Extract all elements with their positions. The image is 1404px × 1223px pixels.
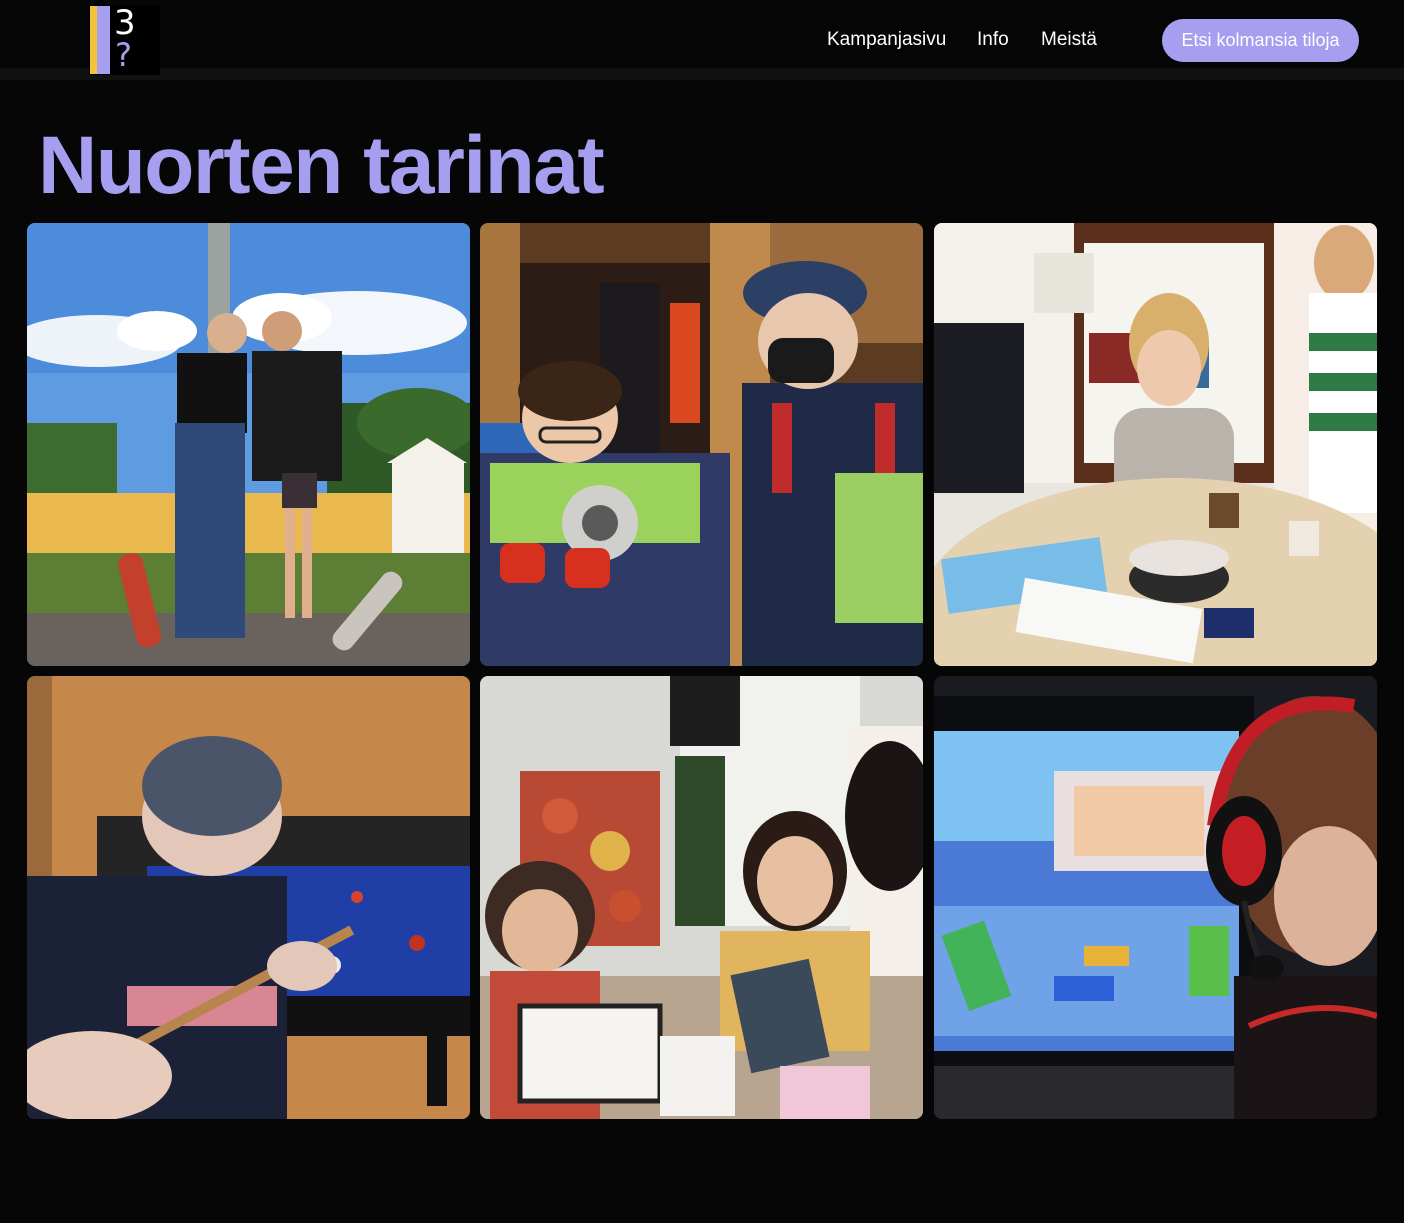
photo-billiards [27,676,470,1119]
photo-skateboarders [27,223,470,666]
story-card-gamer[interactable] [934,676,1377,1119]
nav-link-info[interactable]: Info [977,29,1009,51]
story-card-art-fair[interactable] [480,676,923,1119]
logo-purple-stripe [97,6,110,74]
photo-workshop [480,223,923,666]
story-card-billiards[interactable] [27,676,470,1119]
logo-yellow-stripe [90,6,97,74]
logo-question-mark: ? [115,36,132,74]
photo-art-fair [480,676,923,1119]
story-card-workshop[interactable] [480,223,923,666]
nav-link-kampanjasivu[interactable]: Kampanjasivu [827,29,946,51]
photo-gamer [934,676,1377,1119]
nav-link-meista[interactable]: Meistä [1041,29,1097,51]
page-title: Nuorten tarinat [38,120,605,211]
story-card-skateboarders[interactable] [27,223,470,666]
photo-library [934,223,1377,666]
site-header: 3 ? Kampanjasivu Info Meistä Etsi kolman… [0,0,1404,80]
story-card-library[interactable] [934,223,1377,666]
site-logo[interactable]: 3 ? [89,5,160,75]
find-spaces-button[interactable]: Etsi kolmansia tiloja [1162,19,1359,62]
